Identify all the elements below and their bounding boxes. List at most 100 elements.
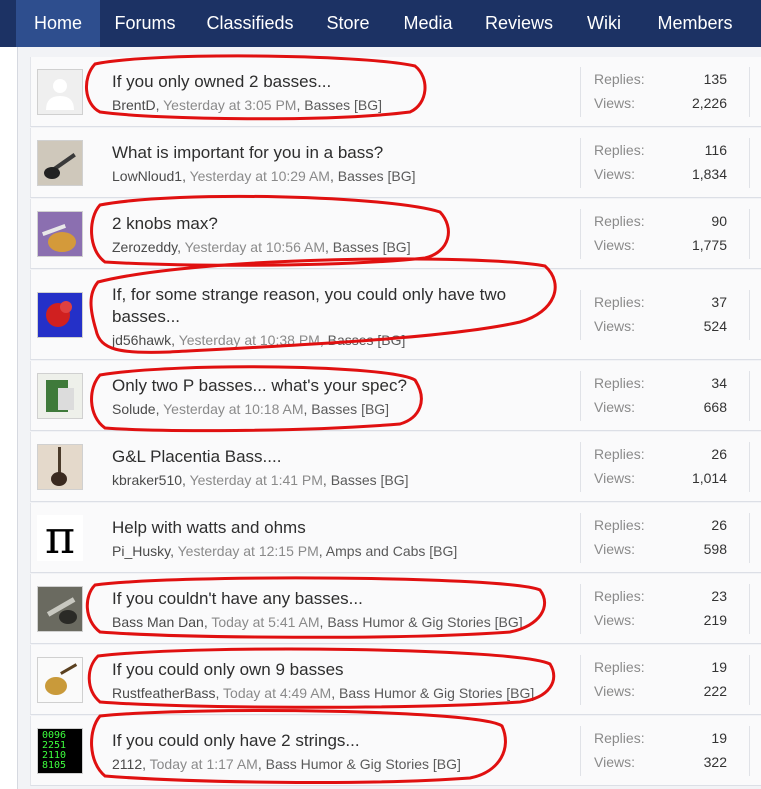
artwork-avatar[interactable]	[37, 292, 83, 338]
thread-row[interactable]: If you couldn't have any basses... Bass …	[30, 574, 761, 644]
thread-title[interactable]: G&L Placentia Bass....	[112, 446, 532, 468]
bass-photo-avatar[interactable]	[37, 211, 83, 257]
bass-body-icon	[38, 212, 82, 256]
views-count: 1,834	[691, 166, 727, 182]
thread-author[interactable]: BrentD	[112, 97, 156, 113]
thread-forum[interactable]: Bass Humor & Gig Stories [BG]	[339, 685, 534, 701]
thread-row[interactable]: 0096 2251 2110 8105 If you could only ha…	[30, 716, 761, 786]
bass-photo-avatar[interactable]	[37, 586, 83, 632]
thread-author[interactable]: kbraker510	[112, 472, 182, 488]
pi-avatar[interactable]: π	[37, 515, 83, 561]
default-avatar[interactable]	[37, 69, 83, 115]
thread-author[interactable]: jd56hawk	[112, 332, 171, 348]
thread-forum[interactable]: Basses [BG]	[338, 168, 416, 184]
thread-stats: Replies: 26 Views: 598	[580, 513, 741, 563]
thread-time[interactable]: Yesterday at 10:18 AM	[163, 401, 303, 417]
thread-title[interactable]: Help with watts and ohms	[112, 517, 532, 539]
thread-meta: LowNloud1, Yesterday at 10:29 AM, Basses…	[112, 168, 416, 184]
thread-title[interactable]: Only two P basses... what's your spec?	[112, 375, 532, 397]
views-count: 668	[703, 399, 727, 415]
thread-meta: Pi_Husky, Yesterday at 12:15 PM, Amps an…	[112, 543, 458, 559]
replies-count: 37	[711, 294, 727, 310]
thread-time[interactable]: Yesterday at 3:05 PM	[163, 97, 296, 113]
cartoon-avatar[interactable]	[37, 657, 83, 703]
replies-label: Replies:	[594, 142, 645, 158]
thread-author[interactable]: Pi_Husky	[112, 543, 170, 559]
thread-row[interactable]: What is important for you in a bass? Low…	[30, 128, 761, 198]
replies-count: 90	[711, 213, 727, 229]
views-count: 524	[703, 318, 727, 334]
thread-row[interactable]: If, for some strange reason, you could o…	[30, 270, 761, 360]
thread-row[interactable]: If you could only own 9 basses Rustfeath…	[30, 645, 761, 715]
pi-symbol-icon: π	[44, 515, 76, 561]
views-label: Views:	[594, 754, 635, 770]
thread-row[interactable]: 2 knobs max? Zerozeddy, Yesterday at 10:…	[30, 199, 761, 269]
thread-stats: Replies: 26 Views: 1,014	[580, 442, 741, 492]
thread-author[interactable]: 2112	[112, 756, 142, 772]
thread-author[interactable]: RustfeatherBass	[112, 685, 216, 701]
thread-title[interactable]: If you could only own 9 basses	[112, 659, 532, 681]
views-label: Views:	[594, 95, 635, 111]
views-label: Views:	[594, 470, 635, 486]
thread-row[interactable]: If you only owned 2 basses... BrentD, Ye…	[30, 57, 761, 127]
row-divider	[749, 371, 750, 421]
thread-title[interactable]: 2 knobs max?	[112, 213, 532, 235]
thread-time[interactable]: Yesterday at 1:41 PM	[190, 472, 323, 488]
thread-forum[interactable]: Bass Humor & Gig Stories [BG]	[266, 756, 461, 772]
thread-stats: Replies: 23 Views: 219	[580, 584, 741, 634]
thread-time[interactable]: Yesterday at 12:15 PM	[178, 543, 319, 559]
replies-count: 19	[711, 659, 727, 675]
thread-author[interactable]: Zerozeddy	[112, 239, 177, 255]
replies-count: 34	[711, 375, 727, 391]
thread-forum[interactable]: Basses [BG]	[304, 97, 382, 113]
row-divider	[749, 138, 750, 188]
nav-reviews[interactable]: Reviews	[470, 0, 568, 47]
thread-title[interactable]: What is important for you in a bass?	[112, 142, 532, 164]
thread-title[interactable]: If, for some strange reason, you could o…	[112, 284, 522, 328]
nav-home[interactable]: Home	[16, 0, 100, 47]
nav-store[interactable]: Store	[310, 0, 386, 47]
nav-wiki[interactable]: Wiki	[568, 0, 640, 47]
thread-time[interactable]: Today at 1:17 AM	[150, 756, 258, 772]
bass-photo-avatar[interactable]	[37, 444, 83, 490]
thread-forum[interactable]: Basses [BG]	[311, 401, 389, 417]
nav-classifieds[interactable]: Classifieds	[190, 0, 310, 47]
thread-time[interactable]: Yesterday at 10:38 PM	[179, 332, 320, 348]
views-count: 322	[703, 754, 727, 770]
thread-author[interactable]: Bass Man Dan	[112, 614, 204, 630]
row-divider	[749, 209, 750, 259]
photo-avatar[interactable]	[37, 373, 83, 419]
views-label: Views:	[594, 166, 635, 182]
views-count: 598	[703, 541, 727, 557]
thread-meta: Bass Man Dan, Today at 5:41 AM, Bass Hum…	[112, 614, 523, 630]
digits-avatar[interactable]: 0096 2251 2110 8105	[37, 728, 83, 774]
thread-forum[interactable]: Bass Humor & Gig Stories [BG]	[327, 614, 522, 630]
thread-title[interactable]: If you couldn't have any basses...	[112, 588, 532, 610]
thread-stats: Replies: 37 Views: 524	[580, 290, 741, 340]
row-divider	[749, 442, 750, 492]
thread-time[interactable]: Today at 4:49 AM	[223, 685, 331, 701]
nav-media[interactable]: Media	[386, 0, 470, 47]
thread-forum[interactable]: Amps and Cabs [BG]	[326, 543, 458, 559]
thread-forum[interactable]: Basses [BG]	[328, 332, 406, 348]
thread-stats: Replies: 19 Views: 222	[580, 655, 741, 705]
thread-forum[interactable]: Basses [BG]	[333, 239, 411, 255]
nav-members[interactable]: Members	[640, 0, 750, 47]
thread-forum[interactable]: Basses [BG]	[331, 472, 409, 488]
nav-forums[interactable]: Forums	[100, 0, 190, 47]
thread-title[interactable]: If you could only have 2 strings...	[112, 730, 532, 752]
bass-photo-avatar[interactable]	[37, 140, 83, 186]
thread-author[interactable]: Solude	[112, 401, 156, 417]
thread-time[interactable]: Today at 5:41 AM	[211, 614, 319, 630]
thread-list-panel: If you only owned 2 basses... BrentD, Ye…	[17, 47, 761, 789]
views-count: 2,226	[691, 95, 727, 111]
thread-row[interactable]: Only two P basses... what's your spec? S…	[30, 361, 761, 431]
thread-row[interactable]: G&L Placentia Bass.... kbraker510, Yeste…	[30, 432, 761, 502]
row-divider	[749, 726, 750, 776]
thread-time[interactable]: Yesterday at 10:56 AM	[185, 239, 325, 255]
thread-title[interactable]: If you only owned 2 basses...	[112, 71, 532, 93]
views-label: Views:	[594, 318, 635, 334]
thread-author[interactable]: LowNloud1	[112, 168, 182, 184]
thread-time[interactable]: Yesterday at 10:29 AM	[190, 168, 330, 184]
thread-row[interactable]: π Help with watts and ohms Pi_Husky, Yes…	[30, 503, 761, 573]
